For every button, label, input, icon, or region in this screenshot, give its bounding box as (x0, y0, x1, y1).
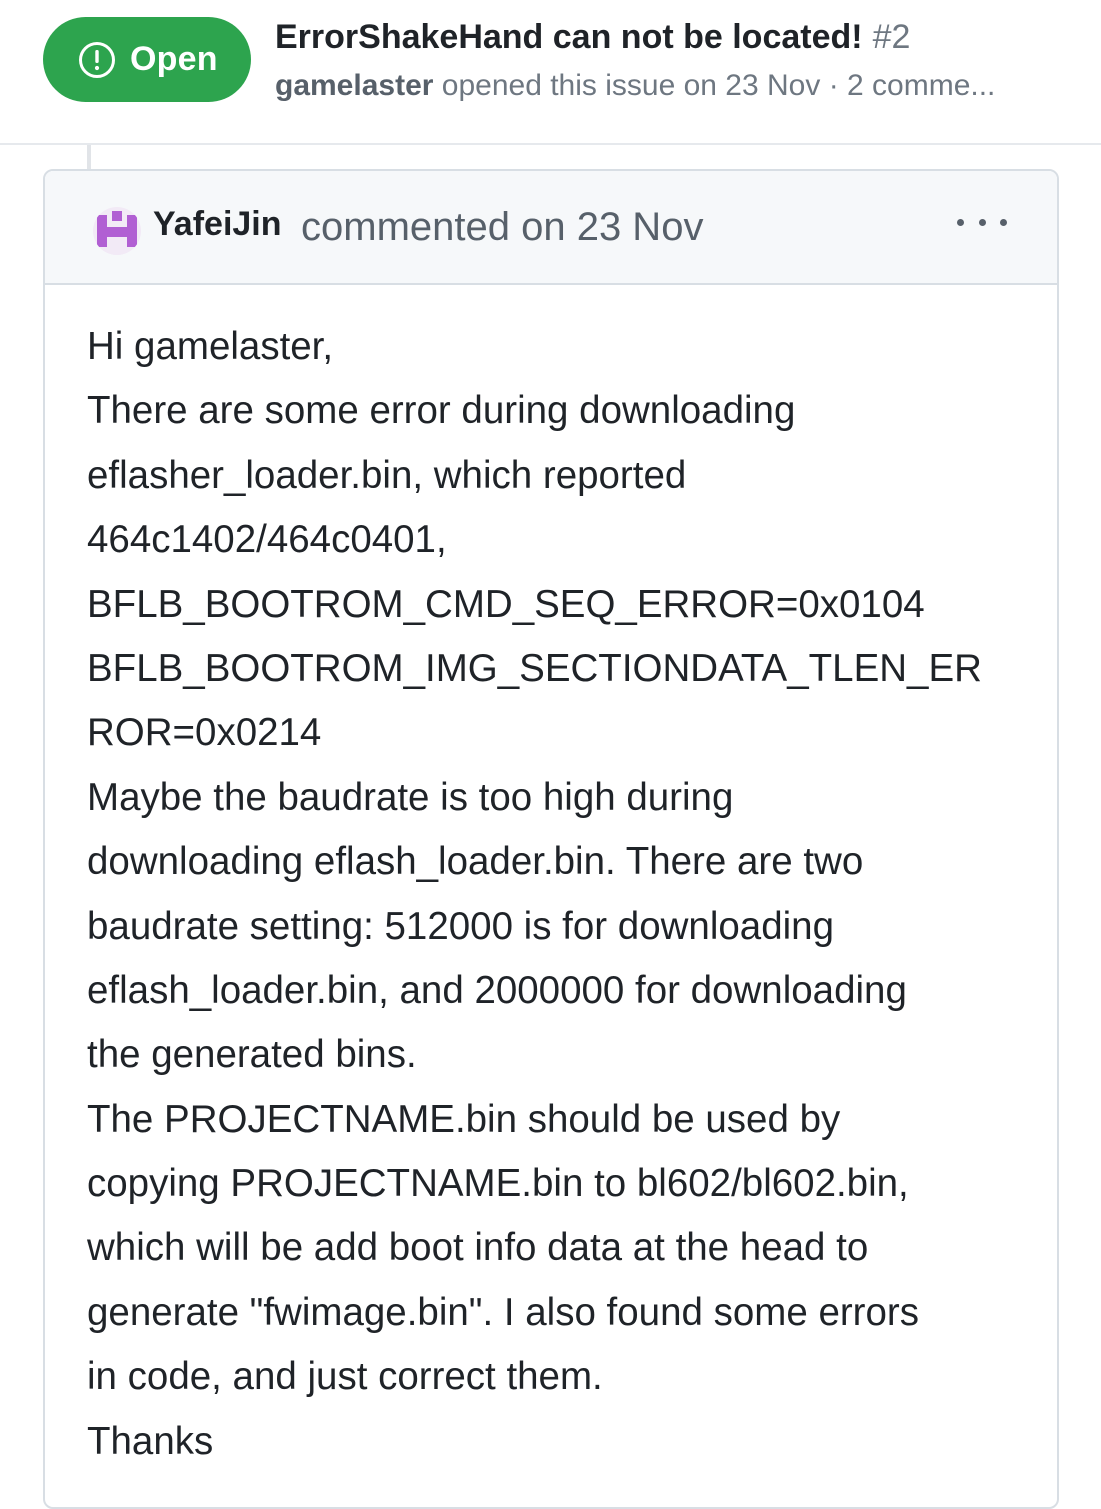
comment-header: YafeiJin commented on 23 Nov (45, 171, 1057, 285)
issue-author-link[interactable]: gamelaster (275, 69, 433, 102)
comment-line: in code, and just correct them. (87, 1355, 603, 1399)
comment-line: the generated bins. (87, 1033, 417, 1077)
timeline-connector (87, 145, 91, 169)
comment-line: downloading eflash_loader.bin. There are… (87, 840, 864, 884)
comment-line: Hi gamelaster, (87, 325, 334, 368)
comment-line: BFLB_BOOTROM_CMD_SEQ_ERROR=0x0104 (87, 582, 925, 626)
comment-line: There are some error during downloading (87, 389, 796, 433)
comment-line: generate "fwimage.bin". I also found som… (87, 1290, 919, 1334)
comment-line: 464c1402/464c0401, (87, 518, 447, 562)
comment-body: Hi gamelaster, There are some error duri… (87, 315, 1047, 1474)
comment-line: copying PROJECTNAME.bin to bl602/bl602.b… (87, 1162, 909, 1206)
comment-line: The PROJECTNAME.bin should be used by (87, 1097, 841, 1141)
comment-line: eflasher_loader.bin, which reported (87, 453, 687, 497)
issue-title-text: ErrorShakeHand can not be located! (275, 18, 863, 56)
issue-state-label: Open (130, 40, 218, 78)
comment-line: BFLB_BOOTROM_IMG_SECTIONDATA_TLEN_ER (87, 646, 982, 690)
issue-meta-text: opened this issue on 23 Nov · 2 comme... (433, 69, 996, 102)
comment-card: YafeiJin commented on 23 Nov Hi gamelast… (43, 169, 1059, 1509)
comment-line: Maybe the baudrate is too high during (87, 775, 734, 819)
kebab-horizontal-icon[interactable] (957, 207, 1007, 237)
more-dot (1000, 218, 1007, 226)
comment-line: Thanks (87, 1419, 214, 1463)
comment-line: eflash_loader.bin, and 2000000 for downl… (87, 968, 907, 1012)
issue-header: Open ErrorShakeHand can not be located! #… (0, 0, 1101, 145)
comment-author-link[interactable]: YafeiJin (153, 201, 282, 247)
issue-state-badge[interactable]: Open (43, 17, 251, 102)
comment-timestamp[interactable]: commented on 23 Nov (301, 203, 703, 251)
issue-opened-icon (79, 41, 115, 78)
issue-title: ErrorShakeHand can not be located! #2 (275, 15, 910, 59)
comment-line: ROR=0x0214 (87, 711, 322, 755)
issue-meta: gamelaster opened this issue on 23 Nov ·… (275, 66, 995, 106)
issue-number: #2 (872, 18, 911, 56)
more-dot (957, 218, 964, 226)
avatar[interactable] (93, 207, 141, 255)
comment-line: which will be add boot info data at the … (87, 1226, 869, 1270)
more-dot (978, 218, 986, 226)
comment-line: baudrate setting: 512000 is for download… (87, 904, 835, 948)
